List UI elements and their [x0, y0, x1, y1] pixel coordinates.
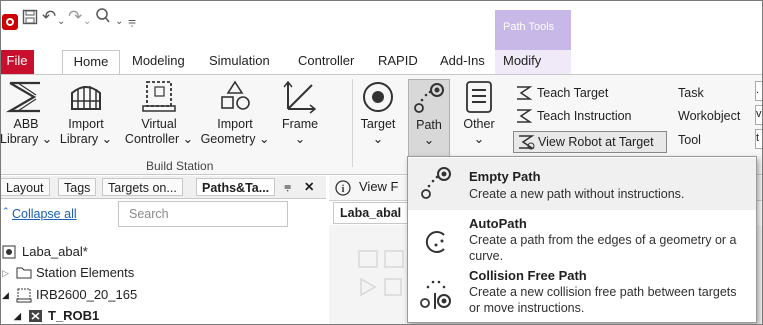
window-frame — [0, 0, 763, 325]
